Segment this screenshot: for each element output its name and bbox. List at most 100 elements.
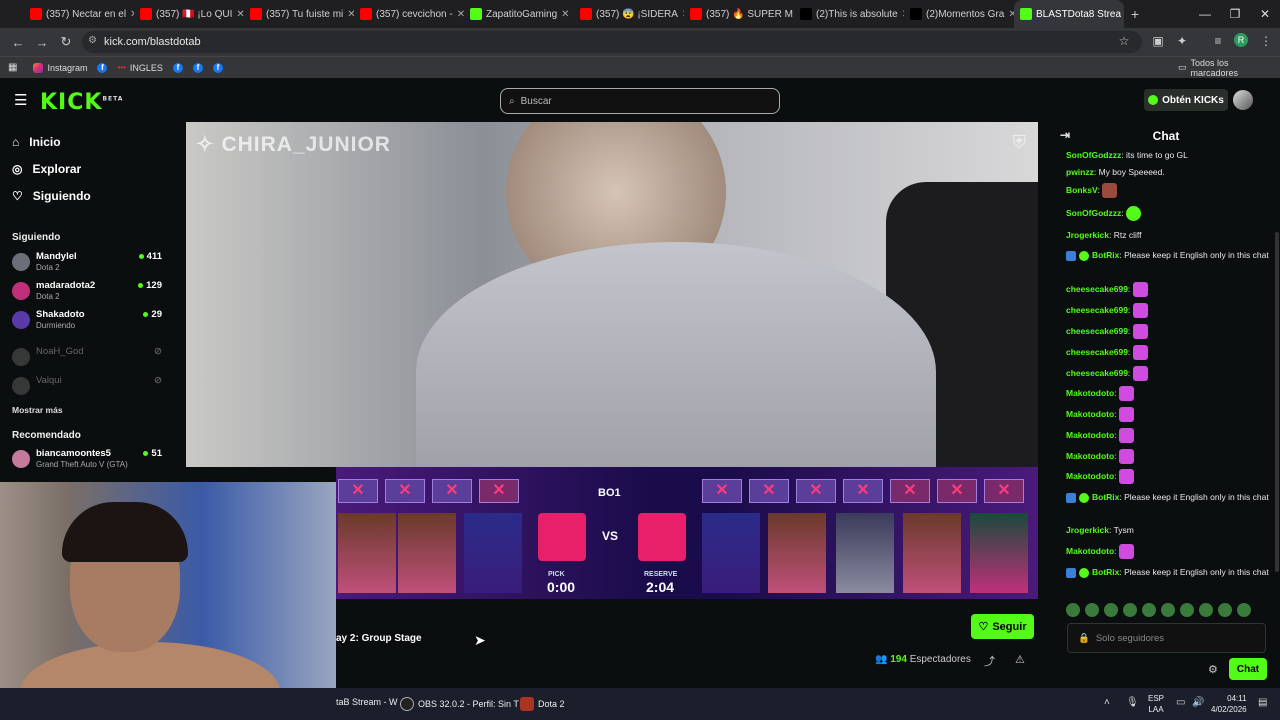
nav-siguiendo[interactable]: ♡ Siguiendo bbox=[12, 186, 91, 206]
send-chat-button[interactable]: Chat bbox=[1229, 658, 1267, 680]
chat-username[interactable]: Makotodoto bbox=[1066, 388, 1114, 398]
close-tab-icon[interactable]: ✕ bbox=[457, 9, 464, 20]
chat-username[interactable]: SonOfGodzzz bbox=[1066, 208, 1121, 218]
taskbar-item-obs[interactable]: OBS 32.0.2 - Perfil: Sin T bbox=[400, 697, 519, 711]
volume-icon[interactable]: 🔊 bbox=[1192, 697, 1204, 708]
forward-icon[interactable]: → bbox=[30, 35, 54, 50]
following-channel-noah-god[interactable]: NoaH_God ⊘ bbox=[12, 346, 162, 372]
show-more-link[interactable]: Mostrar más bbox=[12, 405, 63, 415]
microphone-icon[interactable]: 🎙 bbox=[1126, 697, 1139, 708]
user-avatar[interactable] bbox=[1233, 90, 1253, 110]
following-channel-shakadoto[interactable]: Shakadoto Durmiendo 29 bbox=[12, 309, 162, 335]
chat-username[interactable]: cheesecake699 bbox=[1066, 284, 1128, 294]
emote-icon[interactable] bbox=[1104, 603, 1118, 617]
browser-tab[interactable]: (2)This is absolute✕ bbox=[794, 0, 904, 28]
share-icon[interactable]: ⤴ bbox=[984, 653, 995, 669]
chat-username[interactable]: BotRix bbox=[1092, 567, 1119, 577]
video-player[interactable]: ✧ CHIRA_JUNIOR ⛨ bbox=[186, 122, 1038, 467]
tray-expand-icon[interactable]: ˄ bbox=[1104, 697, 1110, 708]
browser-tab[interactable]: (357) Nectar en el✕ bbox=[24, 0, 134, 28]
profile-avatar[interactable]: R bbox=[1234, 33, 1248, 47]
browser-tab[interactable]: (357) cevcichon - ✕ bbox=[354, 0, 464, 28]
taskbar-item-browser[interactable]: taB Stream - W bbox=[336, 697, 398, 707]
chat-username[interactable]: cheesecake699 bbox=[1066, 347, 1128, 357]
chat-settings-icon[interactable]: ⚙ bbox=[1208, 663, 1218, 676]
chat-username[interactable]: Jrogerkick bbox=[1066, 525, 1109, 535]
close-tab-icon[interactable]: ✕ bbox=[236, 9, 244, 20]
chat-username[interactable]: BotRix bbox=[1092, 492, 1119, 502]
browser-tab[interactable]: (357) Tu fuiste mi ✕ bbox=[244, 0, 354, 28]
back-icon[interactable]: ← bbox=[6, 35, 30, 50]
all-bookmarks-folder[interactable]: ▭ Todos los marcadores bbox=[1178, 58, 1270, 78]
browser-tab[interactable]: (2)Momentos Gra ✕ bbox=[904, 0, 1014, 28]
chat-username[interactable]: Makotodoto bbox=[1066, 451, 1114, 461]
chat-input[interactable]: 🔒 Solo seguidores bbox=[1067, 623, 1266, 653]
bookmark-facebook-3[interactable]: f bbox=[192, 62, 203, 73]
kick-logo[interactable]: KICKBETA bbox=[40, 90, 123, 115]
following-channel-madaradota2[interactable]: madaradota2 Dota 2 129 bbox=[12, 280, 162, 306]
extensions-icon[interactable]: ✦ bbox=[1174, 34, 1190, 48]
recommended-channel-biancamoontes5[interactable]: biancamoontes5 Grand Theft Auto V (GTA) … bbox=[12, 448, 162, 474]
following-channel-valqui[interactable]: Valqui ⊘ bbox=[12, 375, 162, 401]
close-window-button[interactable]: ✕ bbox=[1250, 0, 1280, 28]
chat-username[interactable]: Makotodoto bbox=[1066, 430, 1114, 440]
chat-username[interactable]: SonOfGodzzz bbox=[1066, 150, 1121, 160]
emote-icon[interactable] bbox=[1066, 603, 1080, 617]
close-tab-icon[interactable]: ✕ bbox=[561, 9, 569, 20]
chat-username[interactable]: Jrogerkick bbox=[1066, 230, 1109, 240]
bookmark-facebook-2[interactable]: f bbox=[172, 62, 183, 73]
emote-icon[interactable] bbox=[1142, 603, 1156, 617]
emote-icon[interactable] bbox=[1123, 603, 1137, 617]
system-clock[interactable]: 04:11 4/02/2026 bbox=[1211, 693, 1247, 715]
browser-tab[interactable]: (357) 😨 ¡SIDERA✕ bbox=[574, 0, 684, 28]
bookmark-star-icon[interactable]: ☆ bbox=[1116, 34, 1132, 48]
browser-tab[interactable]: BLASTDota8 Strea✕ bbox=[1014, 0, 1124, 28]
bookmark-facebook-4[interactable]: f bbox=[212, 62, 223, 73]
following-channel-mandylel[interactable]: Mandylel Dota 2 411 bbox=[12, 251, 162, 277]
apps-grid-icon[interactable]: ▦ bbox=[8, 62, 17, 73]
chat-username[interactable]: BotRix bbox=[1092, 250, 1119, 260]
follow-button[interactable]: ♡ Seguir bbox=[971, 614, 1034, 639]
bookmark-facebook-1[interactable]: f bbox=[97, 62, 108, 73]
search-input[interactable]: ⌕ Buscar bbox=[500, 88, 780, 114]
browser-menu-icon[interactable]: ⋮ bbox=[1258, 34, 1274, 48]
emote-icon[interactable] bbox=[1180, 603, 1194, 617]
chat-username[interactable]: Makotodoto bbox=[1066, 471, 1114, 481]
url-field[interactable]: ⚙ kick.com/blastdotab bbox=[82, 31, 1142, 53]
bookmark-instagram[interactable]: Instagram bbox=[33, 62, 87, 73]
chat-username[interactable]: Makotodoto bbox=[1066, 546, 1114, 556]
language-indicator[interactable]: ESP LAA bbox=[1148, 693, 1164, 715]
nav-explorar[interactable]: ◎ Explorar bbox=[12, 159, 81, 179]
nav-inicio[interactable]: ⌂ Inicio bbox=[12, 132, 61, 152]
media-icon[interactable]: ≡ bbox=[1210, 34, 1226, 48]
emote-icon[interactable] bbox=[1199, 603, 1213, 617]
network-icon[interactable]: ▭ bbox=[1176, 697, 1185, 708]
chat-username[interactable]: pwinzz bbox=[1066, 167, 1094, 177]
bookmark-ingles[interactable]: ••• INGLES bbox=[117, 63, 162, 73]
report-icon[interactable]: ⚠ bbox=[1015, 653, 1025, 666]
browser-tab[interactable]: ZapatitoGaming ✕ bbox=[464, 0, 574, 28]
chat-username[interactable]: cheesecake699 bbox=[1066, 368, 1128, 378]
chat-username[interactable]: BonksV bbox=[1066, 185, 1098, 195]
emote-icon[interactable] bbox=[1085, 603, 1099, 617]
emote-icon[interactable] bbox=[1161, 603, 1175, 617]
close-tab-icon[interactable]: ✕ bbox=[347, 9, 354, 20]
maximize-window-button[interactable]: ❐ bbox=[1220, 0, 1250, 28]
chat-username[interactable]: cheesecake699 bbox=[1066, 326, 1128, 336]
notification-icon[interactable]: ▤ bbox=[1258, 697, 1267, 708]
emote-icon[interactable] bbox=[1218, 603, 1232, 617]
taskbar-item-dota[interactable]: Dota 2 bbox=[520, 697, 565, 711]
chat-username[interactable]: Makotodoto bbox=[1066, 409, 1114, 419]
emote-icon[interactable] bbox=[1237, 603, 1251, 617]
site-info-icon[interactable]: ⚙ bbox=[88, 35, 97, 46]
browser-tab[interactable]: (357) 🔥 SUPER M✕ bbox=[684, 0, 794, 28]
cast-icon[interactable]: ▣ bbox=[1150, 34, 1166, 48]
browser-tab[interactable]: (357) 🇵🇪 ¡Lo QUI ✕ bbox=[134, 0, 244, 28]
new-tab-button[interactable]: + bbox=[1124, 6, 1146, 22]
chat-username[interactable]: cheesecake699 bbox=[1066, 305, 1128, 315]
collapse-chat-icon[interactable]: ⇥ bbox=[1060, 128, 1070, 142]
reload-icon[interactable]: ↻ bbox=[54, 34, 78, 50]
hamburger-menu-icon[interactable]: ☰ bbox=[14, 91, 27, 109]
chat-scrollbar[interactable] bbox=[1275, 232, 1279, 572]
minimize-window-button[interactable]: — bbox=[1190, 0, 1220, 28]
